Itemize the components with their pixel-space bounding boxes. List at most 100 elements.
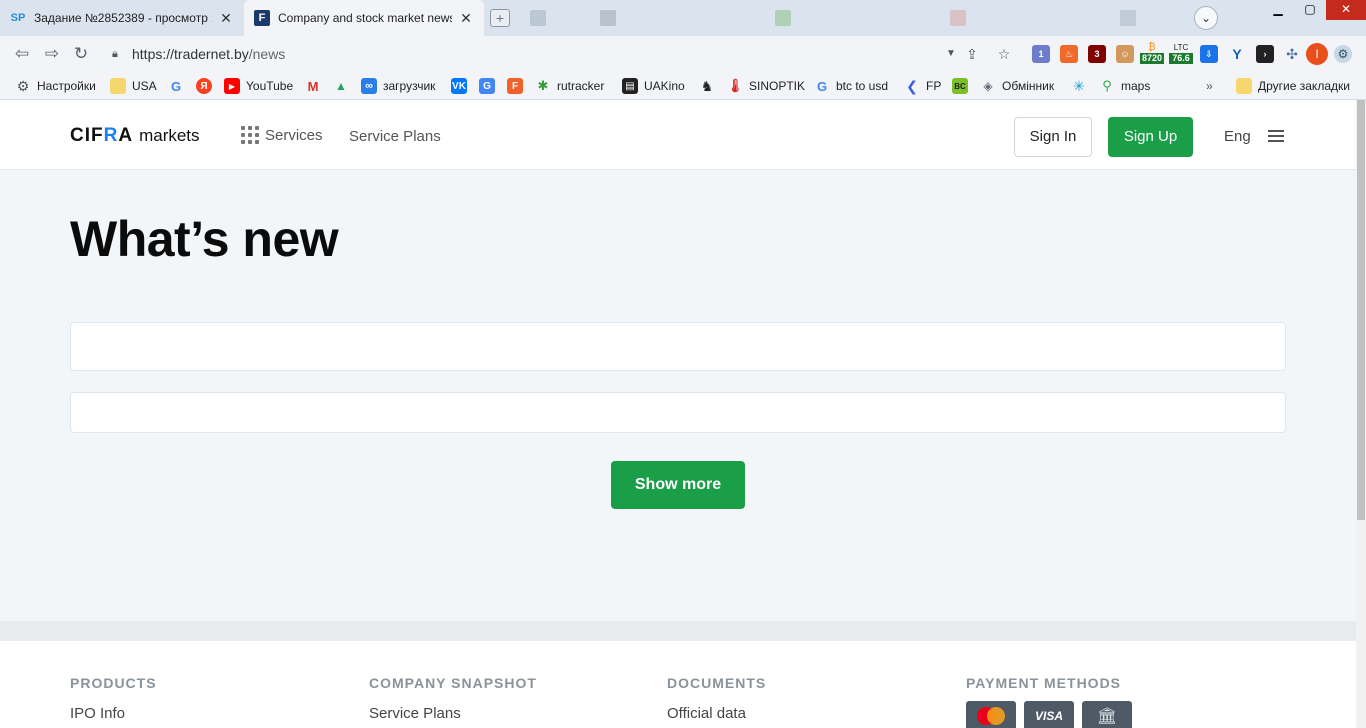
visa-label: VISA bbox=[1034, 709, 1063, 723]
background-tab[interactable] bbox=[940, 0, 1110, 36]
thermometer-icon: 🌡︎ bbox=[726, 78, 744, 93]
bookmark-google[interactable]: G bbox=[168, 72, 190, 100]
news-card[interactable] bbox=[70, 392, 1286, 433]
cifra-favicon-icon: F bbox=[254, 10, 270, 26]
bookmark-downloader[interactable]: ∞ загрузчик bbox=[361, 72, 435, 100]
footer-products: PRODUCTS IPO Info bbox=[70, 675, 157, 722]
maps-icon: ⚲ bbox=[1102, 78, 1112, 93]
bookmark-maps[interactable]: ⚲ maps bbox=[1099, 72, 1150, 100]
bookmark-gmail[interactable]: M bbox=[305, 72, 327, 100]
bookmark-youtube[interactable]: ▶ YouTube bbox=[224, 72, 293, 100]
bank-icon: 🏛︎ bbox=[1082, 701, 1132, 728]
show-more-button[interactable]: Show more bbox=[611, 461, 745, 509]
nav-services-label: Services bbox=[265, 126, 323, 144]
tab-favicon-icon bbox=[1120, 10, 1136, 26]
sign-in-button[interactable]: Sign In bbox=[1014, 117, 1092, 157]
forward-arrow-icon[interactable]: ⇨ bbox=[40, 43, 64, 65]
maximize-button[interactable]: ▢ bbox=[1294, 0, 1326, 20]
bookmark-vk[interactable]: VK bbox=[451, 72, 473, 100]
profile-avatar[interactable]: I bbox=[1306, 43, 1328, 65]
bookmark-chess[interactable]: ♞ bbox=[699, 72, 721, 100]
url-path: /news bbox=[248, 46, 286, 62]
footer-link-service-plans[interactable]: Service Plans bbox=[369, 705, 537, 722]
cat-extension-icon[interactable]: ☺ bbox=[1116, 45, 1134, 63]
bookmark-drive[interactable]: ▲ bbox=[333, 72, 355, 100]
bookmark-star-icon[interactable]: ☆ bbox=[994, 44, 1014, 64]
background-tab[interactable] bbox=[590, 0, 765, 36]
gear-icon: ⚙ bbox=[16, 77, 30, 94]
bookmark-bc[interactable]: BC bbox=[952, 72, 974, 100]
bc-icon: BC bbox=[952, 78, 968, 94]
page-scrollbar[interactable] bbox=[1356, 100, 1366, 728]
bookmark-uakino[interactable]: ▤ UAKino bbox=[622, 72, 685, 100]
tab-favicon-icon bbox=[775, 10, 791, 26]
bookmark-f[interactable]: F bbox=[507, 72, 529, 100]
terminal-extension-icon[interactable]: › bbox=[1256, 45, 1274, 63]
fire-extension-icon[interactable]: ♨ bbox=[1060, 45, 1078, 63]
settings-gear-extension-icon[interactable]: ⚙ bbox=[1334, 45, 1352, 63]
minimize-button[interactable]: ▁ bbox=[1262, 0, 1294, 20]
footer-divider bbox=[0, 621, 1356, 641]
address-bar[interactable]: 🔒︎ https://tradernet.by/news bbox=[102, 42, 962, 66]
yandex-icon: Я bbox=[196, 78, 212, 94]
other-bookmarks[interactable]: Другие закладки bbox=[1236, 72, 1350, 100]
bookmark-fp[interactable]: ❮ FP bbox=[904, 72, 941, 100]
tab-favicon-icon bbox=[950, 10, 966, 26]
dropdown-caret-icon[interactable]: ▼ bbox=[941, 44, 961, 64]
bookmark-star[interactable]: ✳ bbox=[1071, 72, 1093, 100]
rutracker-icon: ✱ bbox=[537, 78, 549, 93]
close-tab-icon[interactable]: ✕ bbox=[218, 10, 234, 27]
hamburger-menu-icon[interactable] bbox=[1268, 130, 1284, 142]
share-icon[interactable]: ⇪ bbox=[962, 44, 982, 64]
footer-heading: PRODUCTS bbox=[70, 675, 157, 691]
ublock-extension-icon[interactable]: 3 bbox=[1088, 45, 1106, 63]
footer-heading: DOCUMENTS bbox=[667, 675, 767, 691]
footer-heading: COMPANY SNAPSHOT bbox=[369, 675, 537, 691]
tab-title: Задание №2852389 - просмотр з bbox=[34, 11, 212, 25]
tab-task[interactable]: SP Задание №2852389 - просмотр з ✕ bbox=[0, 0, 244, 36]
nav-service-plans[interactable]: Service Plans bbox=[349, 128, 441, 145]
back-arrow-icon[interactable]: ⇦ bbox=[10, 43, 34, 65]
bookmarks-overflow-icon[interactable]: » bbox=[1206, 72, 1213, 100]
new-tab-button[interactable]: + bbox=[490, 9, 510, 27]
sign-up-button[interactable]: Sign Up bbox=[1108, 117, 1193, 157]
background-tab[interactable] bbox=[520, 0, 590, 36]
close-tab-icon[interactable]: ✕ bbox=[458, 10, 474, 27]
news-card[interactable] bbox=[70, 322, 1286, 371]
footer-link-ipo-info[interactable]: IPO Info bbox=[70, 705, 157, 722]
language-switch[interactable]: Eng bbox=[1224, 128, 1251, 145]
mastercard-icon bbox=[966, 701, 1016, 728]
close-window-button[interactable]: ✕ bbox=[1326, 0, 1366, 20]
background-tab[interactable] bbox=[765, 0, 940, 36]
visa-icon: VISA bbox=[1024, 701, 1074, 728]
nav-services[interactable]: Services bbox=[241, 126, 323, 144]
bookmark-yandex[interactable]: Я bbox=[196, 72, 218, 100]
scrollbar-thumb[interactable] bbox=[1357, 100, 1365, 520]
bookmark-exchange[interactable]: ◈ Обмінник bbox=[980, 72, 1054, 100]
bookmark-btc-to-usd[interactable]: Gbtc to usd bbox=[814, 72, 888, 100]
tab-search-chevron-icon[interactable]: ⌄ bbox=[1194, 6, 1218, 30]
bookmark-usa[interactable]: USA bbox=[110, 72, 157, 100]
translate-icon: G bbox=[479, 78, 495, 94]
ltc-ticker[interactable]: LTC 76.6 bbox=[1169, 43, 1193, 65]
bookmark-rutracker[interactable]: ✱ rutracker bbox=[535, 72, 605, 100]
download-extension-icon[interactable]: ⇩ bbox=[1200, 45, 1218, 63]
reload-icon[interactable]: ↻ bbox=[69, 43, 93, 65]
bookmark-label: Настройки bbox=[37, 79, 96, 93]
payment-cards: VISA 🏛︎ bbox=[966, 701, 1140, 728]
cifra-logo[interactable]: CIFRA markets bbox=[70, 125, 200, 147]
y-extension-icon[interactable]: Y bbox=[1228, 45, 1246, 63]
bookmark-sinoptik[interactable]: 🌡︎ SINOPTIK bbox=[727, 72, 805, 100]
footer-link-official-data[interactable]: Official data bbox=[667, 705, 766, 722]
btc-ticker[interactable]: ₿ 8720 bbox=[1140, 43, 1164, 65]
background-tab[interactable] bbox=[1110, 0, 1190, 36]
bookmark-settings[interactable]: ⚙ Настройки bbox=[15, 72, 96, 100]
puzzle-extensions-icon[interactable]: ✣ bbox=[1283, 45, 1301, 63]
fp-icon: ❮ bbox=[906, 77, 918, 94]
teams-extension-icon[interactable]: 1 bbox=[1032, 45, 1050, 63]
tab-news-active[interactable]: F Company and stock market news | ✕ bbox=[244, 0, 484, 36]
f-icon: F bbox=[507, 78, 523, 94]
bookmark-translate[interactable]: G bbox=[479, 72, 501, 100]
lock-icon: 🔒︎ bbox=[112, 47, 118, 60]
logo-text-markets: markets bbox=[139, 126, 200, 145]
